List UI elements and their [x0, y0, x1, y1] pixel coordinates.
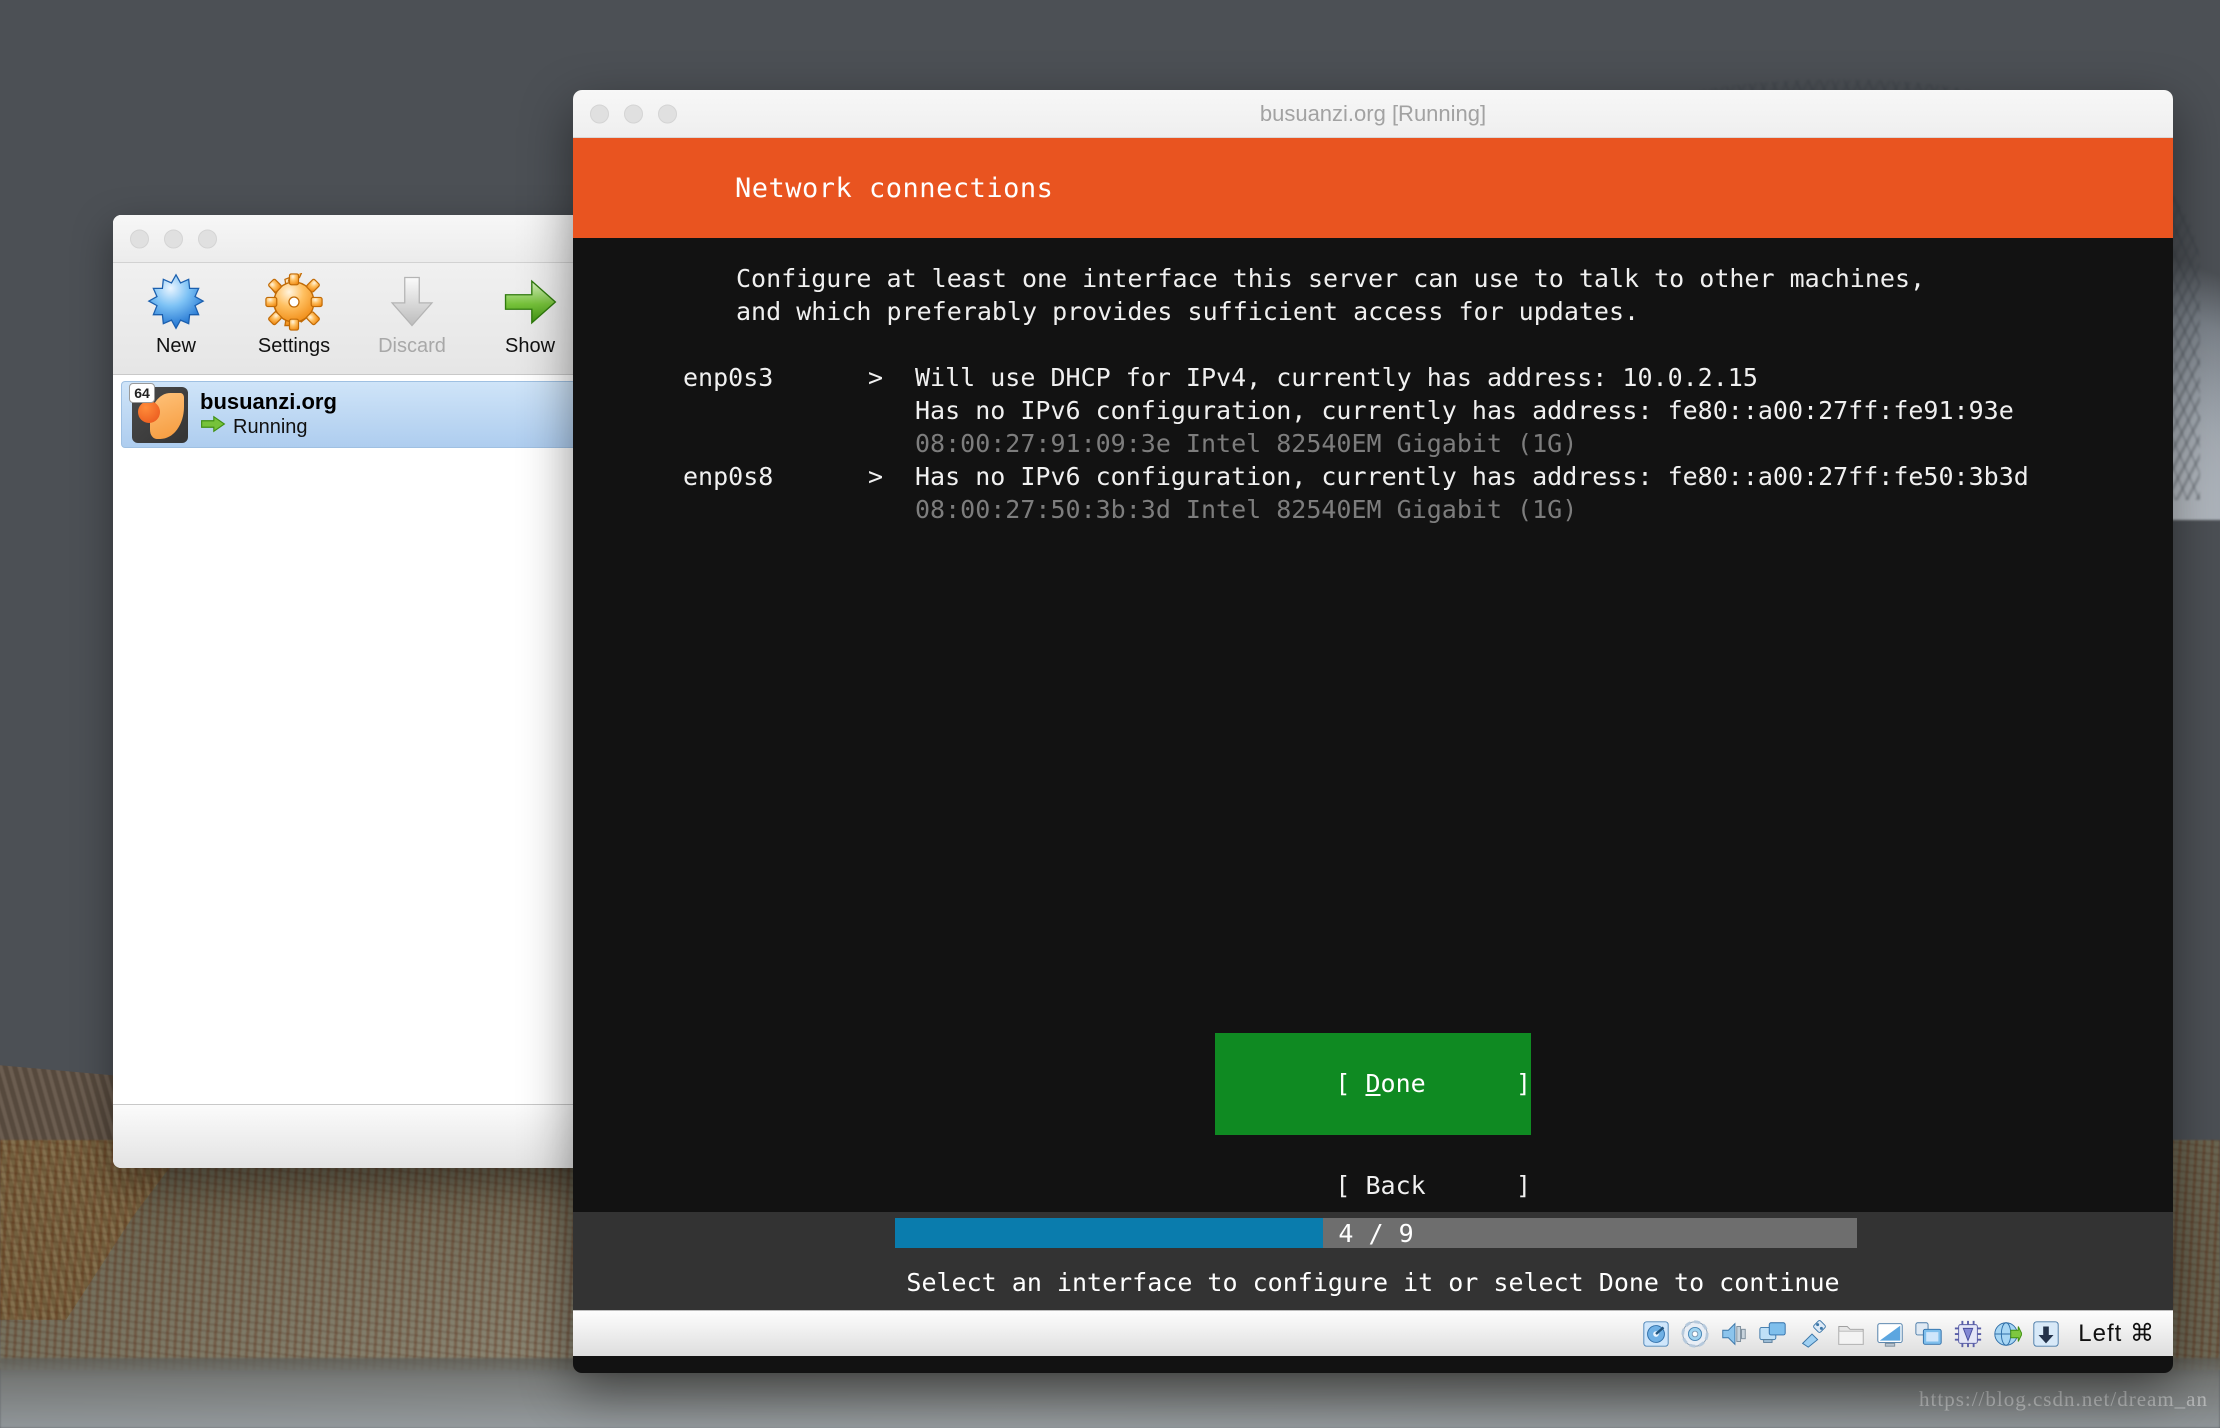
interface-row-enp0s3-hw: 08:00:27:91:09:3e Intel 82540EM Gigabit …: [573, 427, 2173, 460]
new-vm-button[interactable]: New: [131, 271, 221, 358]
installer-header: Network connections: [573, 138, 2173, 238]
minimize-button[interactable]: [624, 104, 643, 123]
interface-name: enp0s3: [683, 363, 774, 392]
interface-row-enp0s3[interactable]: enp0s3 > Will use DHCP for IPv4, current…: [573, 361, 2173, 394]
vm-name: busuanzi.org: [200, 389, 337, 414]
caret-spacer: [868, 427, 915, 460]
settings-label: Settings: [257, 335, 331, 357]
vbox-manager-window-controls[interactable]: [130, 229, 217, 248]
intro-line-1: Configure at least one interface this se…: [736, 264, 1926, 293]
vbox-manager-titlebar: [113, 215, 629, 263]
page-title: Network connections: [735, 172, 1054, 204]
vbox-manager-toolbar[interactable]: New Settings Discard Show: [113, 263, 629, 375]
settings-button[interactable]: Settings: [249, 271, 339, 358]
vm-state: Running: [200, 414, 337, 440]
discard-down-arrow-icon: [367, 271, 457, 333]
chevron-right-icon: >: [868, 462, 884, 491]
display-icon[interactable]: [1875, 1319, 1905, 1349]
interface-name: enp0s8: [683, 462, 774, 491]
zoom-button[interactable]: [658, 104, 677, 123]
intro-line-2: and which preferably provides sufficient…: [736, 297, 1640, 326]
show-button[interactable]: Show: [485, 271, 575, 358]
host-key-label: Left ⌘: [2078, 1320, 2155, 1347]
installer-hint-strip: Select an interface to configure it or s…: [573, 1254, 2173, 1310]
caret-spacer: [868, 394, 915, 427]
new-star-icon: [131, 271, 221, 333]
interface-hardware: 08:00:27:50:3b:3d Intel 82540EM Gigabit …: [915, 495, 1578, 524]
chevron-right-icon: >: [868, 363, 884, 392]
vbox-manager-statusbar: [113, 1104, 629, 1168]
installer-menu[interactable]: [ Done ] [ Back ]: [573, 1033, 2173, 1237]
vm-window-controls[interactable]: [590, 104, 677, 123]
interface-row-enp0s3-line2: Has no IPv6 configuration, currently has…: [573, 394, 2173, 427]
vm-window[interactable]: busuanzi.org [Running] Network connectio…: [573, 90, 2173, 1373]
vm-list[interactable]: 64 busuanzi.org Running: [113, 375, 629, 1104]
show-right-arrow-icon: [485, 271, 575, 333]
network-icon[interactable]: [1758, 1319, 1788, 1349]
bracket-close: ]: [1516, 1069, 1532, 1098]
interface-name-spacer: [683, 427, 868, 460]
optical-disk-icon[interactable]: [1680, 1319, 1710, 1349]
progress-label: 4 / 9: [1338, 1218, 1414, 1248]
vm-icon-wrapper: 64: [129, 382, 188, 443]
discard-label: Discard: [378, 335, 446, 357]
minimize-button[interactable]: [164, 229, 183, 248]
new-vm-label: New: [155, 335, 196, 357]
close-button[interactable]: [130, 229, 149, 248]
caret-spacer: [868, 493, 915, 526]
show-label: Show: [504, 335, 556, 357]
list-item[interactable]: 64 busuanzi.org Running: [121, 381, 621, 448]
vm-window-title: busuanzi.org [Running]: [1259, 100, 1487, 126]
vm-statusbar[interactable]: Left ⌘: [573, 1310, 2173, 1356]
virtualization-cpu-icon[interactable]: [1953, 1319, 1983, 1349]
watermark-text: https://blog.csdn.net/dream_an: [1919, 1387, 2208, 1411]
hint-text: Select an interface to configure it or s…: [906, 1267, 1840, 1297]
interface-detail: Will use DHCP for IPv4, currently has ad…: [915, 363, 1758, 392]
vm-window-titlebar: busuanzi.org [Running]: [573, 90, 2173, 138]
recording-icon[interactable]: [1914, 1319, 1944, 1349]
progress-bar-track: 4 / 9: [895, 1218, 1857, 1248]
bracket-open: [: [1335, 1171, 1351, 1200]
shared-folders-icon[interactable]: [1836, 1319, 1866, 1349]
arch-badge: 64: [129, 382, 155, 403]
back-label: Back: [1365, 1171, 1426, 1200]
interface-detail: Has no IPv6 configuration, currently has…: [915, 462, 2029, 491]
interface-row-enp0s8[interactable]: enp0s8 > Has no IPv6 configuration, curr…: [573, 460, 2173, 493]
done-label-rest: one: [1380, 1069, 1516, 1098]
vm-text-block: busuanzi.org Running: [200, 389, 337, 440]
interface-detail: Has no IPv6 configuration, currently has…: [915, 396, 2014, 425]
globe-icon[interactable]: [1992, 1319, 2023, 1349]
zoom-button[interactable]: [198, 229, 217, 248]
installer-terminal[interactable]: Configure at least one interface this se…: [573, 238, 2173, 1200]
interface-hardware: 08:00:27:91:09:3e Intel 82540EM Gigabit …: [915, 429, 1578, 458]
interface-row-enp0s8-hw: 08:00:27:50:3b:3d Intel 82540EM Gigabit …: [573, 493, 2173, 526]
vm-state-label: Running: [233, 416, 308, 438]
back-spacer: [1426, 1171, 1516, 1200]
done-accel: D: [1365, 1069, 1381, 1098]
close-button[interactable]: [590, 104, 609, 123]
bracket-close: ]: [1516, 1171, 1532, 1200]
done-button[interactable]: [ Done ]: [1214, 1033, 1532, 1135]
gear-icon: [249, 271, 339, 333]
audio-icon[interactable]: [1719, 1319, 1749, 1349]
interface-name-spacer: [683, 493, 868, 526]
bracket-open: [: [1335, 1069, 1351, 1098]
green-right-arrow-icon: [200, 414, 226, 440]
usb-icon[interactable]: [1797, 1319, 1827, 1349]
hard-disk-icon[interactable]: [1641, 1319, 1671, 1349]
virtualbox-manager-window[interactable]: New Settings Discard Show 64 busuanzi.or…: [113, 215, 629, 1168]
discard-button[interactable]: Discard: [367, 271, 457, 358]
installer-progress-strip: 4 / 9: [573, 1212, 2173, 1254]
interface-name-spacer: [683, 394, 868, 427]
down-arrow-icon[interactable]: [2031, 1319, 2061, 1349]
